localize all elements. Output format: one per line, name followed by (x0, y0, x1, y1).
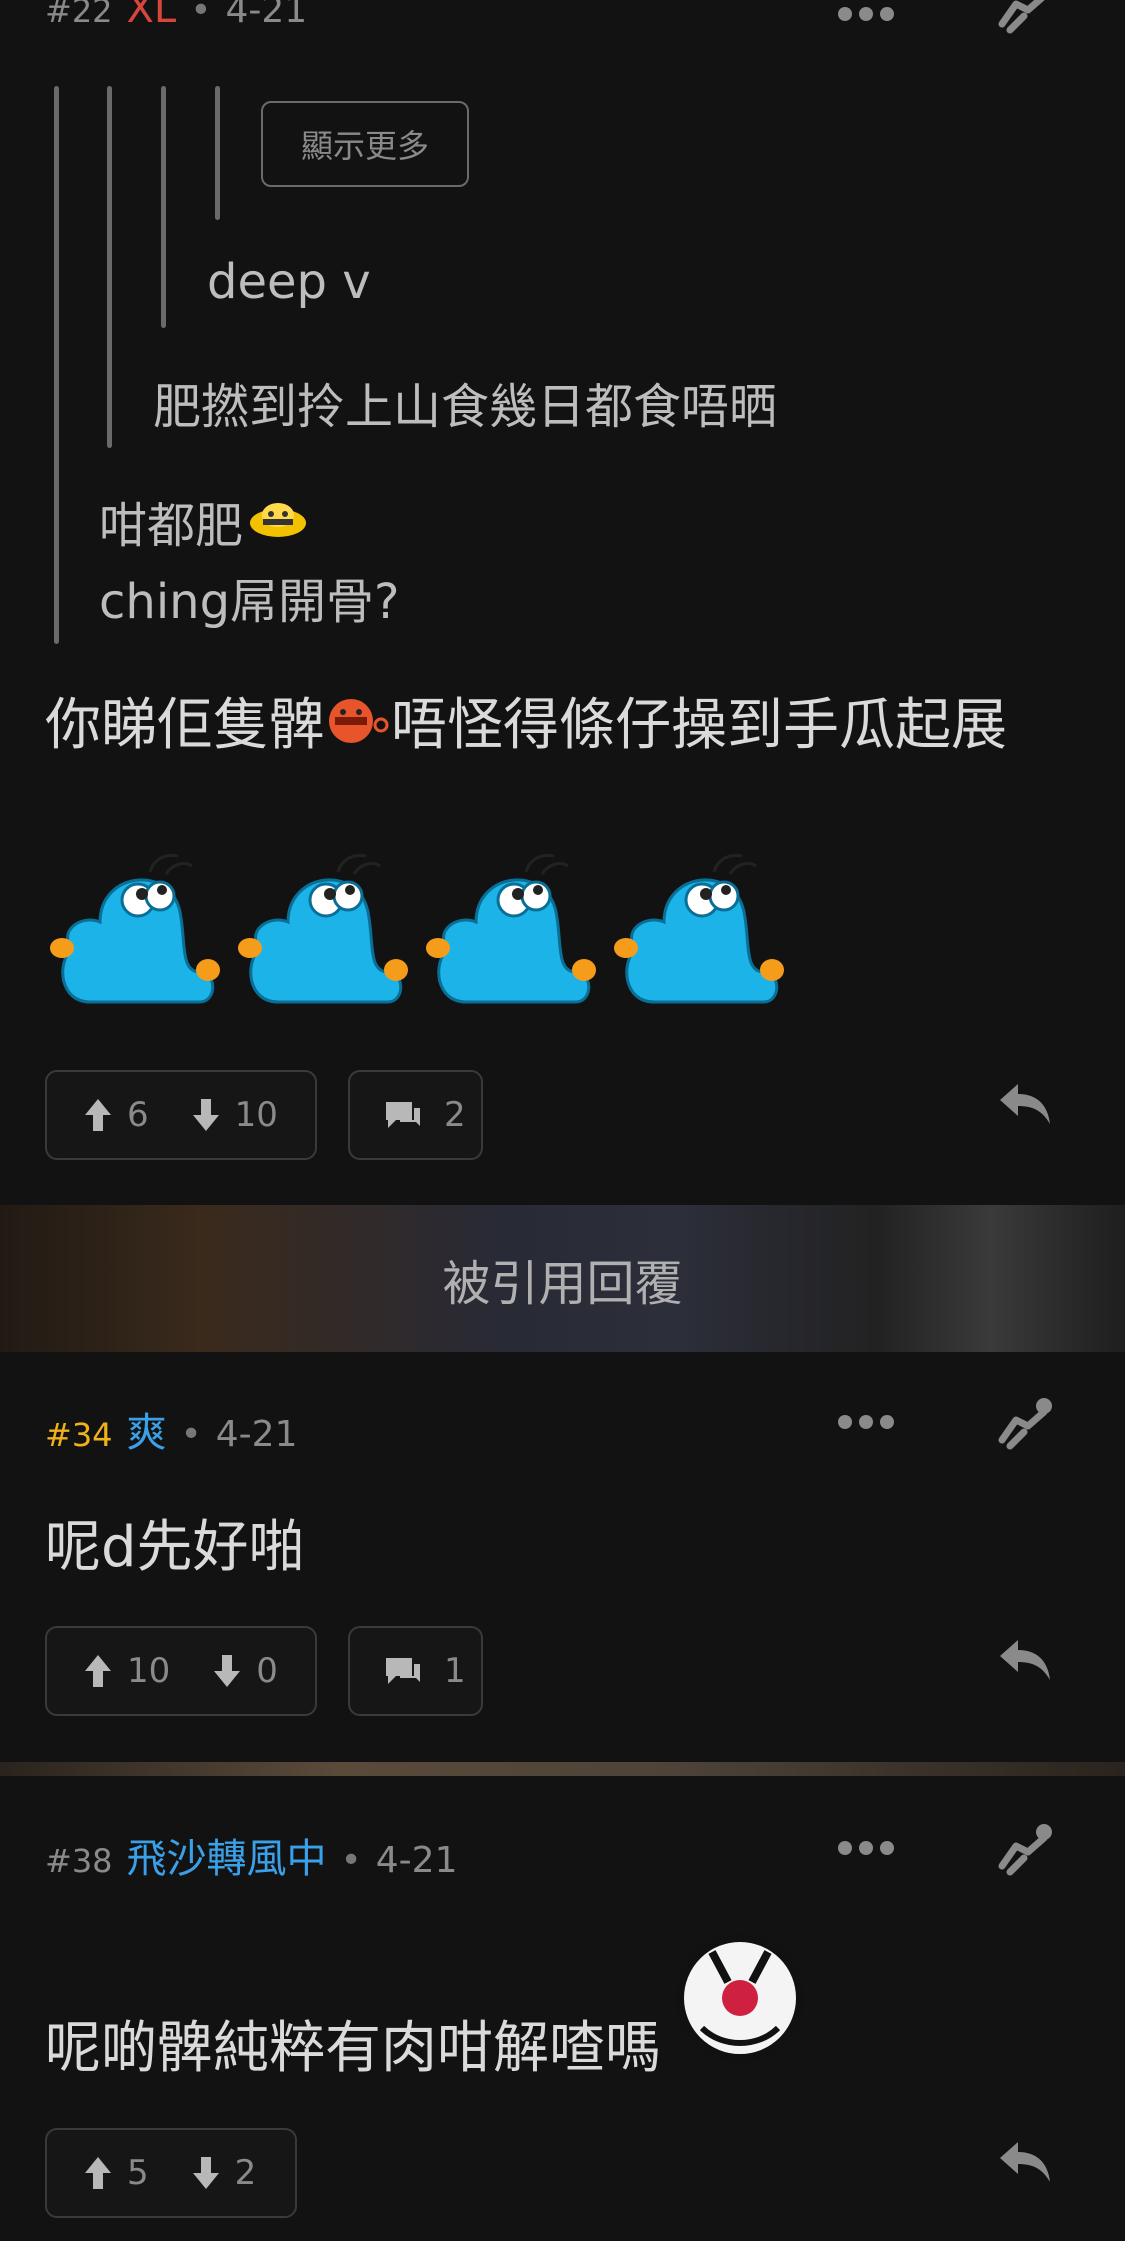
sticker-image (238, 854, 408, 1004)
separator-dot: • (340, 1840, 362, 1881)
upvote-button[interactable]: 6 (83, 1095, 149, 1135)
comment-count: 1 (444, 1651, 466, 1691)
downvote-button[interactable]: 10 (191, 1095, 278, 1135)
separator-dot: • (180, 1414, 202, 1455)
more-options-button[interactable] (838, 1412, 894, 1432)
post-body-34: 呢d先好啪 (45, 1515, 305, 1580)
vote-box: 5 2 (45, 2128, 297, 2218)
upvote-button[interactable]: 5 (83, 2153, 149, 2193)
upvote-count: 6 (127, 1095, 149, 1135)
comments-button[interactable]: 2 (348, 1070, 483, 1160)
filter-icon (998, 0, 1045, 34)
upvote-button[interactable]: 10 (83, 1651, 170, 1691)
emoji-icon (676, 1934, 804, 2062)
comments-button[interactable]: 1 (348, 1626, 483, 1716)
downvote-button[interactable]: 2 (191, 2153, 257, 2193)
downvote-count: 0 (256, 1651, 278, 1691)
quoted-replies-banner: 被引用回覆 (0, 1205, 1125, 1352)
reply-icon (1000, 2142, 1050, 2182)
post-body-38: 呢啲髀純粹有肉咁解喳嗎 (45, 2016, 661, 2081)
quote-text-level-1-line2: ching屌開骨? (99, 574, 400, 630)
more-options-button[interactable] (838, 4, 894, 24)
upvote-icon (85, 1655, 111, 1687)
upvote-icon (85, 1099, 111, 1131)
sticker-image (614, 854, 784, 1004)
quote-text-level-3: deep v (207, 254, 371, 310)
sticker-image (50, 854, 220, 1004)
reply-button[interactable] (996, 1636, 1054, 1688)
quote-text-level-1: 咁都肥 (99, 486, 309, 556)
show-more-button[interactable]: 顯示更多 (261, 101, 469, 187)
username[interactable]: 爽 (127, 1400, 167, 1458)
sticker-image (426, 854, 596, 1004)
downvote-icon (214, 1655, 241, 1687)
post-divider (0, 1762, 1125, 1776)
downvote-count: 10 (234, 1095, 278, 1135)
downvote-icon (192, 2157, 219, 2189)
reply-button[interactable] (996, 2138, 1054, 2190)
reply-button[interactable] (996, 1080, 1054, 1132)
filter-user-button[interactable] (996, 0, 1058, 40)
more-icon (838, 1415, 852, 1429)
post-date: 4-21 (225, 0, 308, 31)
reply-icon (1000, 1640, 1050, 1680)
downvote-icon (192, 1099, 219, 1131)
post-date: 4-21 (375, 1840, 458, 1881)
emoji-icon (329, 698, 389, 743)
filter-user-button[interactable] (996, 1396, 1058, 1456)
upvote-count: 10 (127, 1651, 171, 1691)
post-number: #34 (45, 1416, 113, 1454)
filter-icon (998, 1398, 1052, 1450)
more-icon (838, 7, 852, 21)
quote-bar-level-4 (215, 86, 220, 220)
post-date: 4-21 (215, 1414, 298, 1455)
body-text: 你睇佢隻髀 (45, 693, 325, 758)
emoji-icon (250, 503, 307, 537)
quote-bar-level-1 (54, 86, 59, 644)
comment-icon (386, 1102, 420, 1128)
sticker-row (50, 852, 786, 1006)
post-meta-22: #22 XL • 4-21 (45, 0, 307, 32)
vote-box: 6 10 (45, 1070, 317, 1160)
vote-box: 10 0 (45, 1626, 317, 1716)
body-text: 唔怪得條仔操到手瓜起展 (391, 693, 1007, 758)
post-meta-34: #34 爽 • 4-21 (45, 1400, 297, 1458)
quote-bar-level-3 (161, 86, 166, 328)
more-options-button[interactable] (838, 1838, 894, 1858)
comment-count: 2 (444, 1095, 466, 1135)
username[interactable]: 飛沙轉風中 (127, 1826, 327, 1884)
banner-label: 被引用回覆 (442, 1255, 683, 1312)
reply-icon (1000, 1084, 1050, 1124)
quote-text-level-2: 肥撚到拎上山食幾日都食唔晒 (153, 379, 778, 435)
separator-dot: • (190, 0, 212, 31)
post-body-22: 你睇佢隻髀 唔怪得條仔操到手瓜起展 (45, 680, 1007, 761)
downvote-button[interactable]: 0 (212, 1651, 278, 1691)
downvote-count: 2 (234, 2153, 257, 2193)
post-number: #38 (45, 1842, 113, 1880)
post-meta-38: #38 飛沙轉風中 • 4-21 (45, 1826, 457, 1884)
username[interactable]: XL (127, 0, 177, 32)
quote-bar-level-2 (107, 86, 112, 448)
more-icon (838, 1841, 852, 1855)
comment-icon (386, 1658, 420, 1684)
upvote-icon (85, 2157, 111, 2189)
filter-user-button[interactable] (996, 1822, 1058, 1882)
filter-icon (998, 1824, 1052, 1876)
upvote-count: 5 (127, 2153, 149, 2193)
emoji-image (672, 1932, 808, 2070)
post-number: #22 (45, 0, 113, 30)
quote-line: 咁都肥 (99, 498, 244, 554)
